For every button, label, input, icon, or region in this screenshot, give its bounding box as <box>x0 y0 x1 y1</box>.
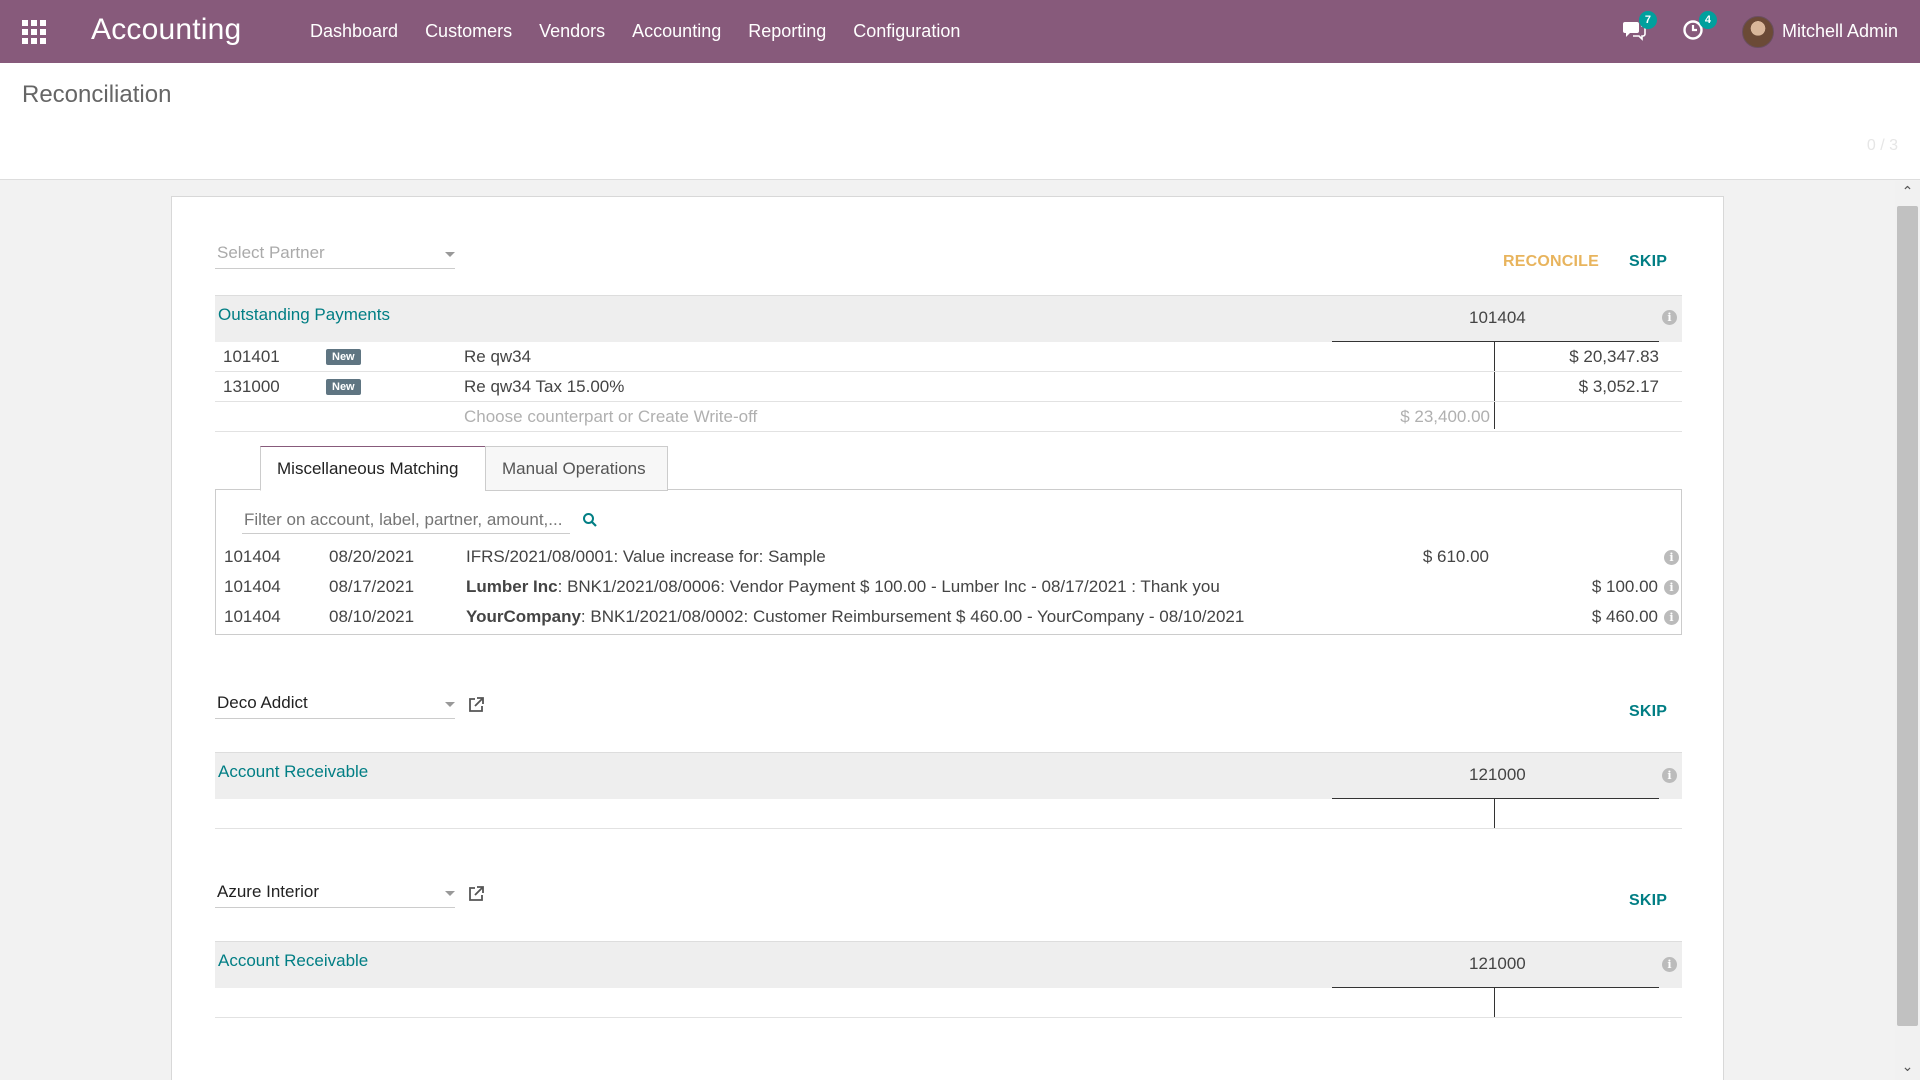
reconcile-button[interactable]: RECONCILE <box>1503 253 1599 271</box>
match-debit: $ 610.00 <box>1422 547 1489 566</box>
caret-down-icon <box>445 891 455 896</box>
tab-miscellaneous-matching[interactable]: Miscellaneous Matching <box>260 446 486 491</box>
proposition-line[interactable]: 101401 New Re qw34 $ 20,347.83 <box>215 342 1682 372</box>
match-row[interactable]: 101404 08/10/2021 YourCompany: BNK1/2021… <box>216 602 1681 632</box>
match-label-text: : BNK1/2021/08/0002: Customer Reimbursem… <box>580 607 1245 626</box>
external-link-icon[interactable] <box>467 696 485 714</box>
info-icon[interactable]: i <box>1662 957 1677 972</box>
page-title: Reconciliation <box>22 81 172 108</box>
main-menu: Dashboard Customers Vendors Accounting R… <box>310 0 987 63</box>
menu-item-configuration[interactable]: Configuration <box>853 21 960 42</box>
caret-down-icon <box>445 702 455 707</box>
empty-line <box>215 799 1682 829</box>
menu-item-accounting[interactable]: Accounting <box>632 21 721 42</box>
counterpart-line[interactable]: Choose counterpart or Create Write-off $… <box>215 402 1682 432</box>
scrollbar-thumb[interactable] <box>1897 206 1918 1026</box>
info-icon[interactable]: i <box>1662 310 1677 325</box>
counterpart-placeholder[interactable]: Choose counterpart or Create Write-off <box>464 407 757 427</box>
caret-down-icon <box>445 252 455 257</box>
line-account: 131000 <box>223 377 280 396</box>
pager-value: 0 / 3 <box>1866 137 1898 154</box>
reconciliation-sheet: Select Partner RECONCILE SKIP Outstandin… <box>171 196 1724 1080</box>
vertical-scrollbar[interactable]: ⌃ ⌄ <box>1895 181 1920 1080</box>
activities-button[interactable]: 4 <box>1682 10 1717 45</box>
match-date: 08/17/2021 <box>329 577 415 596</box>
new-badge: New <box>326 379 361 395</box>
statement-line-account: 121000 <box>1469 765 1526 784</box>
statement-line-title[interactable]: Account Receivable <box>218 951 368 971</box>
statement-line-account: 101404 <box>1469 308 1526 327</box>
statement-line-account: 121000 <box>1469 954 1526 973</box>
match-credit: $ 100.00 <box>1591 577 1658 596</box>
statement-line-header[interactable]: Outstanding Payments 101404 i <box>215 295 1682 342</box>
match-account: 101404 <box>224 547 281 566</box>
user-name: Mitchell Admin <box>1781 21 1898 41</box>
systray: 7 4 Mitchell Admin <box>1622 0 1920 63</box>
filter-input[interactable] <box>242 507 570 534</box>
proposition-line[interactable]: 131000 New Re qw34 Tax 15.00% $ 3,052.17 <box>215 372 1682 402</box>
empty-line <box>215 988 1682 1018</box>
matching-tabs: Miscellaneous Matching Manual Operations <box>215 446 1682 491</box>
line-label: Re qw34 Tax 15.00% <box>464 377 625 396</box>
partner-select[interactable]: Azure Interior <box>215 880 455 908</box>
statement-line-title[interactable]: Account Receivable <box>218 762 368 782</box>
app-brand[interactable]: Accounting <box>91 13 241 47</box>
match-label: YourCompany: BNK1/2021/08/0002: Customer… <box>466 607 1244 627</box>
menu-item-vendors[interactable]: Vendors <box>539 21 605 42</box>
skip-button[interactable]: SKIP <box>1629 892 1667 910</box>
partner-select-value: Azure Interior <box>217 882 320 901</box>
partner-select[interactable]: Deco Addict <box>215 691 455 719</box>
content-area: Select Partner RECONCILE SKIP Outstandin… <box>0 181 1895 1080</box>
line-account: 101401 <box>223 347 280 366</box>
counterpart-amount: $ 23,400.00 <box>1400 407 1490 426</box>
control-panel: Reconciliation 0 / 3 <box>0 63 1920 180</box>
line-credit: $ 20,347.83 <box>1569 347 1659 366</box>
info-icon[interactable]: i <box>1664 580 1679 595</box>
match-row[interactable]: 101404 08/20/2021 IFRS/2021/08/0001: Val… <box>216 542 1681 572</box>
match-partner: YourCompany <box>466 607 581 626</box>
tab-manual-operations[interactable]: Manual Operations <box>485 446 668 491</box>
match-partner: Lumber Inc <box>466 577 558 596</box>
match-account: 101404 <box>224 607 281 626</box>
line-label: Re qw34 <box>464 347 532 366</box>
menu-item-reporting[interactable]: Reporting <box>748 21 826 42</box>
search-icon[interactable] <box>582 512 598 528</box>
match-label: IFRS/2021/08/0001: Value increase for: S… <box>466 547 826 567</box>
info-icon[interactable]: i <box>1664 610 1679 625</box>
match-row[interactable]: 101404 08/17/2021 Lumber Inc: BNK1/2021/… <box>216 572 1681 602</box>
external-link-icon[interactable] <box>467 885 485 903</box>
scroll-up-arrow-icon[interactable]: ⌃ <box>1895 183 1920 203</box>
match-date: 08/20/2021 <box>329 547 415 566</box>
statement-line-header[interactable]: Account Receivable 121000 i <box>215 941 1682 988</box>
statement-line-title[interactable]: Outstanding Payments <box>218 305 390 325</box>
match-label-text: : BNK1/2021/08/0006: Vendor Payment $ 10… <box>557 577 1220 596</box>
apps-menu-icon[interactable] <box>22 20 46 44</box>
line-credit: $ 3,052.17 <box>1578 377 1659 396</box>
menu-item-dashboard[interactable]: Dashboard <box>310 21 398 42</box>
user-menu[interactable]: Mitchell Admin <box>1741 15 1898 48</box>
match-label-text: IFRS/2021/08/0001: Value increase for: S… <box>466 547 826 566</box>
match-date: 08/10/2021 <box>329 607 415 626</box>
activities-count-badge: 4 <box>1698 10 1717 29</box>
statement-line-header[interactable]: Account Receivable 121000 i <box>215 752 1682 799</box>
info-icon[interactable]: i <box>1662 768 1677 783</box>
match-account: 101404 <box>224 577 281 596</box>
matching-panel: 101404 08/20/2021 IFRS/2021/08/0001: Val… <box>215 490 1682 635</box>
messages-count-badge: 7 <box>1638 10 1657 29</box>
avatar <box>1741 15 1774 48</box>
new-badge: New <box>326 349 361 365</box>
partner-select-value: Deco Addict <box>217 693 308 712</box>
menu-item-customers[interactable]: Customers <box>425 21 512 42</box>
top-navbar: Accounting Dashboard Customers Vendors A… <box>0 0 1920 63</box>
match-label: Lumber Inc: BNK1/2021/08/0006: Vendor Pa… <box>466 577 1220 597</box>
partner-select-placeholder: Select Partner <box>217 243 325 262</box>
skip-button[interactable]: SKIP <box>1629 703 1667 721</box>
match-credit: $ 460.00 <box>1591 607 1658 626</box>
skip-button[interactable]: SKIP <box>1629 253 1667 271</box>
partner-select[interactable]: Select Partner <box>215 241 455 269</box>
scroll-down-arrow-icon[interactable]: ⌄ <box>1895 1058 1920 1078</box>
info-icon[interactable]: i <box>1664 550 1679 565</box>
messages-button[interactable]: 7 <box>1622 10 1657 45</box>
